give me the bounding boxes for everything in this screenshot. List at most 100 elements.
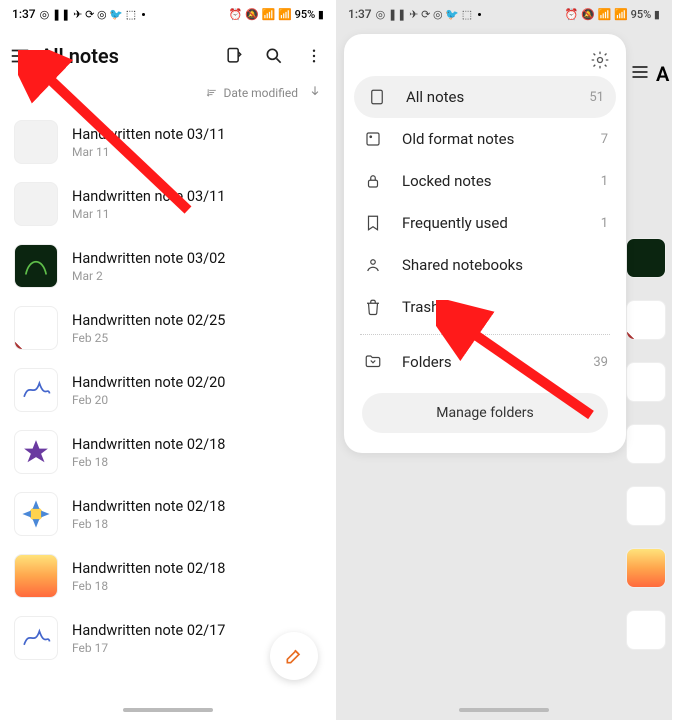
thumb-sliver [626,362,666,402]
app-bar: All notes [0,28,336,80]
note-date: Feb 20 [72,393,225,407]
drawer-divider [360,334,610,335]
drawer-item-shared-notebooks[interactable]: Shared notebooks [344,244,626,286]
note-thumb [14,368,58,412]
status-bar: 1:37 ◎ ❚❚ ✈ ⟳ ◎ 🐦 ⬚ ⏰ 🔕 📶 📶 95% ▮ [336,0,672,28]
note-date: Feb 17 [72,641,225,655]
note-item[interactable]: Handwritten note 02/18 Feb 18 [0,421,336,483]
sort-label-text: Date modified [223,86,298,100]
note-item[interactable]: Handwritten note 03/11 Mar 11 [0,111,336,173]
thumb-sliver [626,610,666,650]
drawer-item-label: Shared notebooks [402,256,608,274]
screenshot-right: 1:37 ◎ ❚❚ ✈ ⟳ ◎ 🐦 ⬚ ⏰ 🔕 📶 📶 95% ▮ A [336,0,672,720]
status-time: 1:37 [12,7,36,21]
manage-folders-label: Manage folders [436,405,534,421]
thumb-sliver [626,548,666,588]
compose-fab[interactable] [270,632,318,680]
note-item[interactable]: Handwritten note 02/25 Feb 25 [0,297,336,359]
drawer-item-label: All notes [406,88,589,106]
note-title: Handwritten note 02/18 [72,560,225,577]
notes-list: Handwritten note 03/11Mar 11Handwritten … [0,111,336,720]
note-thumb [14,554,58,598]
nav-handle [459,708,549,712]
pdf-import-icon[interactable] [222,44,246,68]
drawer-item-icon [362,172,384,190]
more-icon[interactable] [302,44,326,68]
drawer-item-label: Old format notes [402,130,601,148]
thumb-sliver [626,300,666,340]
note-title: Handwritten note 02/18 [72,436,225,453]
drawer-item-icon [362,298,384,316]
drawer-item-folders[interactable]: Folders 39 [344,341,626,383]
status-icons-left: ◎ ❚❚ ✈ ⟳ ◎ 🐦 ⬚ [376,8,473,21]
drawer-item-trash[interactable]: Trash [344,286,626,328]
drawer-item-count: 1 [601,174,608,189]
screenshot-left: 1:37 ◎ ❚❚ ✈ ⟳ ◎ 🐦 ⬚ ⏰ 🔕 📶 📶 95% ▮ All no… [0,0,336,720]
sort-direction-icon[interactable] [308,84,322,101]
drawer-folders-label: Folders [402,353,593,371]
drawer-item-icon [362,130,384,148]
status-dot [478,13,481,16]
drawer-item-frequently-used[interactable]: Frequently used1 [344,202,626,244]
drawer-item-count: 7 [601,132,608,147]
hamburger-icon[interactable] [8,44,32,68]
navigation-drawer: All notes51Old format notes7Locked notes… [344,34,626,453]
note-title: Handwritten note 02/17 [72,622,225,639]
note-thumb [14,244,58,288]
note-title: Handwritten note 02/25 [72,312,225,329]
sort-row: Date modified [0,80,336,111]
sort-button[interactable]: Date modified [206,86,298,100]
thumb-sliver [626,238,666,278]
drawer-item-label: Locked notes [402,172,601,190]
settings-icon[interactable] [588,48,612,72]
drawer-item-all-notes[interactable]: All notes51 [354,76,616,118]
status-dot [142,13,145,16]
note-thumb [14,120,58,164]
drawer-folders-count: 39 [593,355,608,370]
hamburger-icon[interactable] [630,62,650,87]
nav-handle [123,708,213,712]
note-thumb [14,306,58,350]
note-title: Handwritten note 02/20 [72,374,225,391]
page-title: All notes [40,44,222,68]
thumb-sliver [626,424,666,464]
note-title: Handwritten note 03/11 [72,126,225,143]
note-item[interactable]: Handwritten note 02/20 Feb 20 [0,359,336,421]
note-item[interactable]: Handwritten note 03/11 Mar 11 [0,173,336,235]
note-item[interactable]: Handwritten note 03/02 Mar 2 [0,235,336,297]
status-icons-right: ⏰ 🔕 📶 📶 95% ▮ [565,8,660,21]
note-date: Feb 18 [72,455,225,469]
status-time: 1:37 [348,7,372,21]
drawer-item-locked-notes[interactable]: Locked notes1 [344,160,626,202]
thumb-sliver [626,486,666,526]
note-item[interactable]: Handwritten note 02/18 Feb 18 [0,483,336,545]
drawer-item-count: 1 [601,216,608,231]
drawer-item-icon [362,214,384,232]
status-bar: 1:37 ◎ ❚❚ ✈ ⟳ ◎ 🐦 ⬚ ⏰ 🔕 📶 📶 95% ▮ [0,0,336,28]
underlay: A [626,50,668,650]
note-date: Feb 18 [72,517,225,531]
note-thumb [14,616,58,660]
drawer-item-label: Frequently used [402,214,601,232]
drawer-item-icon [366,88,388,106]
status-icons-right: ⏰ 🔕 📶 📶 95% ▮ [229,8,324,21]
title-sliver: A [656,62,669,86]
note-thumb [14,182,58,226]
note-date: Feb 25 [72,331,225,345]
drawer-item-old-format-notes[interactable]: Old format notes7 [344,118,626,160]
drawer-item-icon [362,256,384,274]
note-date: Mar 11 [72,207,225,221]
note-date: Mar 2 [72,269,225,283]
note-title: Handwritten note 03/11 [72,188,225,205]
note-title: Handwritten note 02/18 [72,498,225,515]
folder-icon [362,353,384,371]
note-date: Mar 11 [72,145,225,159]
drawer-item-count: 51 [589,90,604,105]
note-thumb [14,492,58,536]
note-date: Feb 18 [72,579,225,593]
note-title: Handwritten note 03/02 [72,250,225,267]
search-icon[interactable] [262,44,286,68]
drawer-item-label: Trash [402,298,608,316]
manage-folders-button[interactable]: Manage folders [362,393,608,433]
note-item[interactable]: Handwritten note 02/18 Feb 18 [0,545,336,607]
